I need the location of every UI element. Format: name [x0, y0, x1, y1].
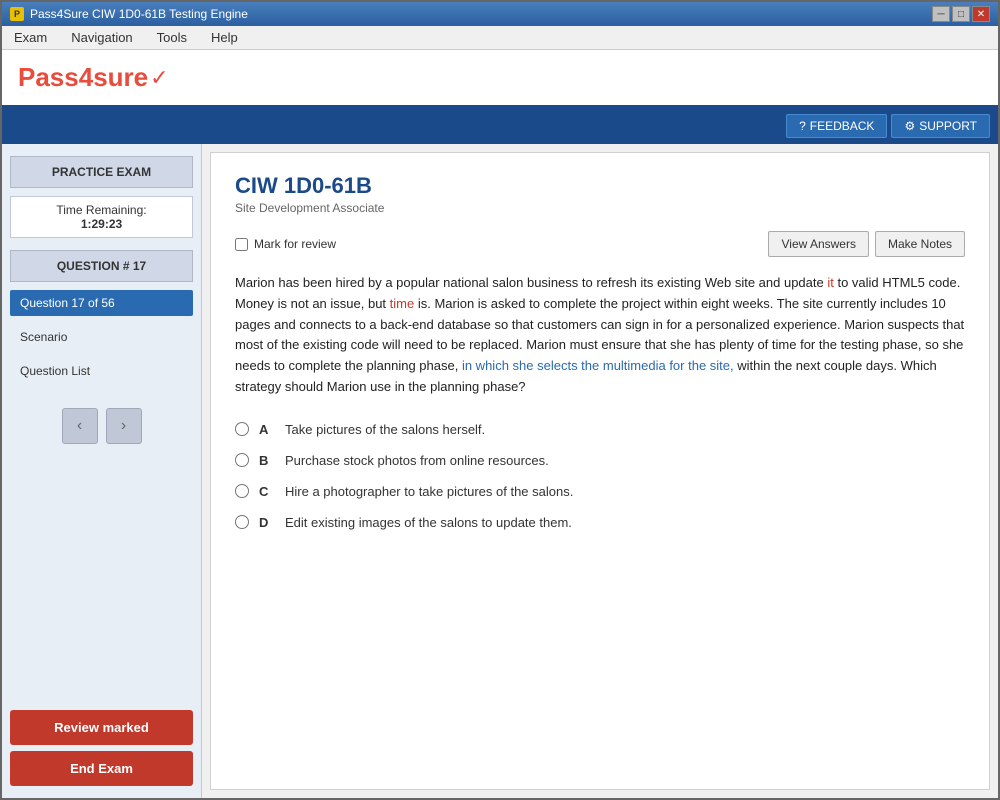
mark-review-row: Mark for review	[235, 237, 336, 251]
menu-tools[interactable]: Tools	[153, 28, 191, 47]
view-answers-button[interactable]: View Answers	[768, 231, 868, 257]
maximize-button[interactable]: □	[952, 6, 970, 22]
menu-help[interactable]: Help	[207, 28, 242, 47]
radio-b[interactable]	[235, 453, 249, 467]
sidebar-bottom: Review marked End Exam	[10, 710, 193, 786]
option-c-letter: C	[259, 484, 275, 499]
window-controls: ─ □ ✕	[932, 6, 990, 22]
question-number-label: QUESTION # 17	[10, 250, 193, 282]
minimize-button[interactable]: ─	[932, 6, 950, 22]
feedback-label: FEEDBACK	[810, 119, 875, 133]
option-b-text: Purchase stock photos from online resour…	[285, 453, 549, 468]
answer-options: A Take pictures of the salons herself. B…	[235, 422, 965, 530]
time-remaining-label: Time Remaining:	[17, 203, 186, 217]
menu-bar: Exam Navigation Tools Help	[2, 26, 998, 50]
nav-item-question-list[interactable]: Question List	[10, 358, 193, 384]
logo-text-part1: Pass4sure	[18, 62, 148, 93]
option-c: C Hire a photographer to take pictures o…	[235, 484, 965, 499]
menu-exam[interactable]: Exam	[10, 28, 51, 47]
logo-checkmark: ✓	[150, 65, 168, 91]
toolbar-row: Mark for review View Answers Make Notes	[235, 231, 965, 257]
option-b-letter: B	[259, 453, 275, 468]
prev-button[interactable]: ‹	[62, 408, 98, 444]
nav-arrows: ‹ ›	[10, 408, 193, 444]
time-remaining-value: 1:29:23	[17, 217, 186, 231]
sidebar: PRACTICE EXAM Time Remaining: 1:29:23 QU…	[2, 144, 202, 798]
main-area: PRACTICE EXAM Time Remaining: 1:29:23 QU…	[2, 144, 998, 798]
mark-review-label: Mark for review	[254, 237, 336, 251]
nav-item-question[interactable]: Question 17 of 56	[10, 290, 193, 316]
title-bar-left: P Pass4Sure CIW 1D0-61B Testing Engine	[10, 7, 248, 21]
support-icon: ⚙	[904, 119, 915, 133]
mark-review-checkbox[interactable]	[235, 238, 248, 251]
support-label: SUPPORT	[919, 119, 977, 133]
make-notes-button[interactable]: Make Notes	[875, 231, 965, 257]
menu-navigation[interactable]: Navigation	[67, 28, 136, 47]
content-area: CIW 1D0-61B Site Development Associate M…	[210, 152, 990, 790]
time-remaining-box: Time Remaining: 1:29:23	[10, 196, 193, 238]
option-a-letter: A	[259, 422, 275, 437]
nav-item-scenario[interactable]: Scenario	[10, 324, 193, 350]
radio-c[interactable]	[235, 484, 249, 498]
window-title: Pass4Sure CIW 1D0-61B Testing Engine	[30, 7, 248, 21]
option-d-text: Edit existing images of the salons to up…	[285, 515, 572, 530]
logo-bar: Pass4sure ✓	[2, 50, 998, 108]
radio-a[interactable]	[235, 422, 249, 436]
feedback-button[interactable]: ? FEEDBACK	[786, 114, 887, 138]
option-a-text: Take pictures of the salons herself.	[285, 422, 485, 437]
practice-exam-label: PRACTICE EXAM	[10, 156, 193, 188]
radio-d[interactable]	[235, 515, 249, 529]
question-text: Marion has been hired by a popular natio…	[235, 273, 965, 398]
option-b: B Purchase stock photos from online reso…	[235, 453, 965, 468]
exam-subtitle: Site Development Associate	[235, 201, 965, 215]
end-exam-button[interactable]: End Exam	[10, 751, 193, 786]
application-window: P Pass4Sure CIW 1D0-61B Testing Engine ─…	[0, 0, 1000, 800]
close-button[interactable]: ✕	[972, 6, 990, 22]
feedback-icon: ?	[799, 119, 806, 133]
next-button[interactable]: ›	[106, 408, 142, 444]
review-marked-button[interactable]: Review marked	[10, 710, 193, 745]
option-a: A Take pictures of the salons herself.	[235, 422, 965, 437]
header-action-bar: ? FEEDBACK ⚙ SUPPORT	[2, 108, 998, 144]
option-d: D Edit existing images of the salons to …	[235, 515, 965, 530]
title-bar: P Pass4Sure CIW 1D0-61B Testing Engine ─…	[2, 2, 998, 26]
option-d-letter: D	[259, 515, 275, 530]
support-button[interactable]: ⚙ SUPPORT	[891, 114, 990, 138]
app-icon: P	[10, 7, 24, 21]
toolbar-buttons: View Answers Make Notes	[768, 231, 965, 257]
exam-title: CIW 1D0-61B	[235, 173, 965, 199]
option-c-text: Hire a photographer to take pictures of …	[285, 484, 573, 499]
logo: Pass4sure ✓	[18, 62, 169, 93]
